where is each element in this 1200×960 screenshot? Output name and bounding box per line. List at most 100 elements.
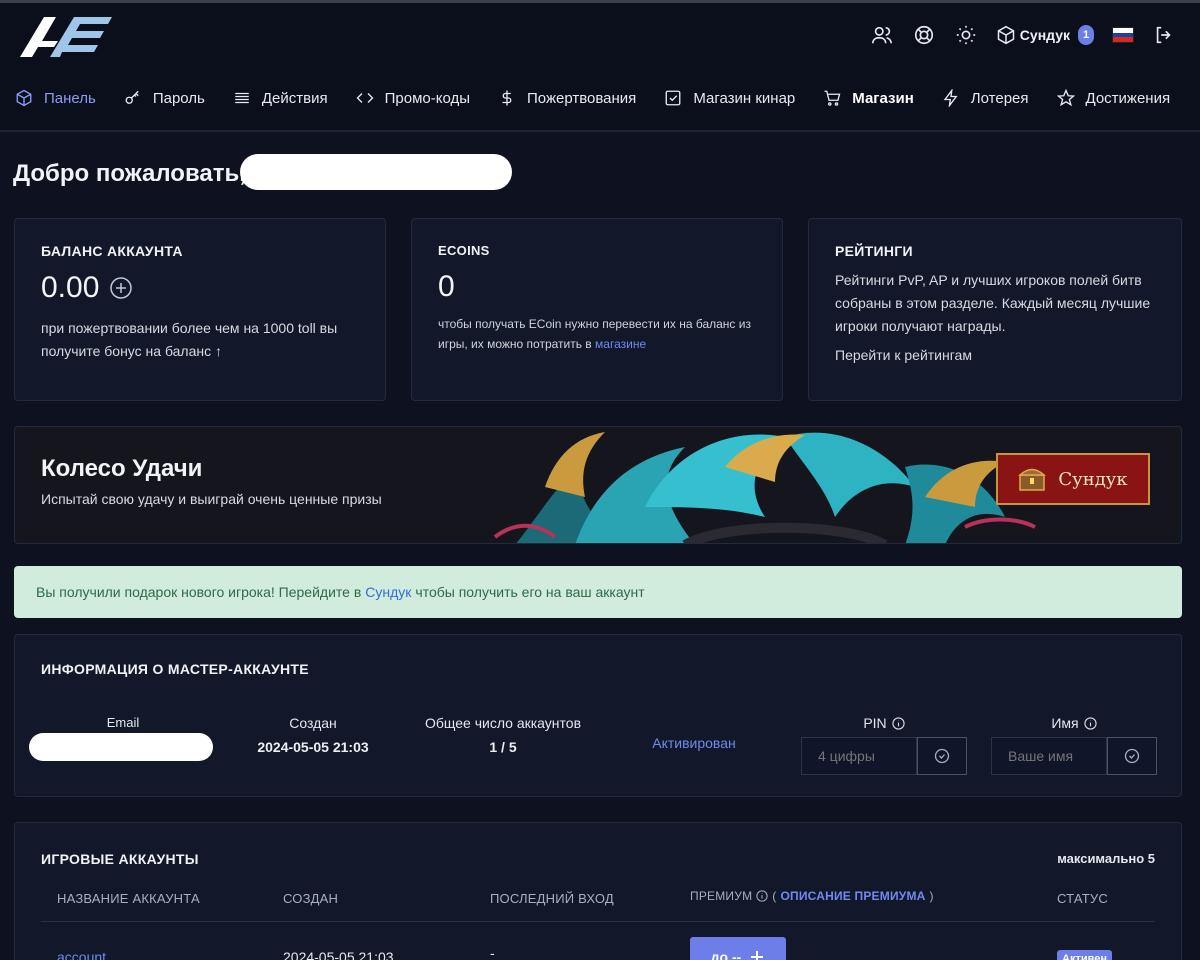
nav-item-3[interactable]: Действия bbox=[232, 88, 328, 108]
nav-item-label: Промо-коды bbox=[384, 89, 471, 107]
nav-item-1[interactable]: Панель bbox=[14, 88, 96, 108]
main-nav: Панель Пароль Действия Промо-коды Пожертвова… bbox=[0, 66, 1200, 132]
ratings-link[interactable]: Перейти к рейтингам bbox=[835, 344, 1155, 367]
wheel-artwork bbox=[493, 432, 1036, 543]
check-circle-icon bbox=[934, 748, 950, 764]
row-created: 2024-05-05 21:03 bbox=[283, 949, 394, 960]
balance-value: 0.00 bbox=[41, 271, 100, 304]
cart-icon bbox=[822, 88, 842, 108]
ratings-card: РЕЙТИНГИ Рейтинги PvP, AP и лучших игрок… bbox=[808, 218, 1182, 401]
pin-confirm-button[interactable] bbox=[917, 737, 967, 775]
wheel-subtitle: Испытай свою удачу и выиграй очень ценны… bbox=[41, 491, 382, 507]
language-flag-icon[interactable] bbox=[1112, 27, 1134, 43]
chest-count-badge: 1 bbox=[1078, 25, 1094, 45]
code-icon bbox=[355, 88, 375, 108]
balance-bonus-note[interactable]: при пожертвовании более чем на 1000 toll… bbox=[41, 317, 361, 363]
status-badge: Активен bbox=[1057, 950, 1112, 960]
max-accounts: максимально 5 bbox=[1057, 851, 1155, 866]
ecoins-shop-link[interactable]: магазине bbox=[595, 337, 646, 351]
box-icon bbox=[997, 25, 1015, 45]
lifebuoy-icon[interactable] bbox=[912, 23, 936, 47]
nav-item-label: Пароль bbox=[152, 89, 205, 107]
chest-label: Сундук bbox=[1019, 27, 1070, 43]
col-premium: ПРЕМИУМ (ОПИСАНИЕ ПРЕМИУМА) bbox=[690, 889, 934, 903]
nav-item-label: Панель bbox=[44, 89, 96, 107]
name-confirm-button[interactable] bbox=[1107, 737, 1157, 775]
name-label: Имя bbox=[1051, 715, 1079, 731]
welcome-title: Добро пожаловать, bbox=[13, 160, 246, 187]
col-created: СОЗДАН bbox=[283, 891, 339, 906]
nav-item-5[interactable]: Пожертвования bbox=[497, 88, 636, 108]
col-last-login: ПОСЛЕДНИЙ ВХОД bbox=[490, 891, 614, 906]
game-accounts-title: ИГРОВЫЕ АККАУНТЫ bbox=[41, 851, 199, 867]
alert-text-before: Вы получили подарок нового игрока! Перей… bbox=[36, 584, 362, 600]
premium-buy-button[interactable]: до -- bbox=[690, 937, 786, 960]
balance-card: БАЛАНС АККАУНТА 0.00 при пожертвовании б… bbox=[14, 218, 386, 401]
created-value: 2024-05-05 21:03 bbox=[257, 739, 369, 755]
ratings-title: РЕЙТИНГИ bbox=[835, 243, 913, 259]
redacted-email bbox=[29, 733, 213, 761]
nav-item-label: Пожертвования bbox=[527, 89, 637, 107]
pin-input[interactable] bbox=[801, 737, 917, 775]
ratings-text: Рейтинги PvP, AP и лучших игроков полей … bbox=[835, 272, 1151, 334]
nav-item-label: Магазин кинар bbox=[693, 89, 796, 107]
nav-item-label: Достижения bbox=[1085, 89, 1171, 107]
wheel-chest-button[interactable]: Сундук bbox=[996, 453, 1150, 505]
master-account-card: ИНФОРМАЦИЯ О МАСТЕР-АККАУНТЕ Email Созда… bbox=[14, 634, 1182, 797]
pin-label: PIN bbox=[863, 715, 887, 731]
name-input[interactable] bbox=[991, 737, 1107, 775]
nav-item-8[interactable]: Лотерея bbox=[941, 88, 1029, 108]
master-status: Активирован bbox=[652, 735, 736, 751]
game-accounts-card: ИГРОВЫЕ АККАУНТЫ максимально 5 НАЗВАНИЕ … bbox=[14, 822, 1182, 960]
check-circle-icon bbox=[1124, 748, 1140, 764]
nav-item-9[interactable]: Достижения bbox=[1056, 88, 1171, 108]
plus-icon bbox=[751, 951, 764, 960]
alert-text-after: чтобы получить его на ваш аккаунт bbox=[415, 584, 645, 600]
dollar-icon bbox=[497, 88, 517, 108]
nav-item-4[interactable]: Промо-коды bbox=[355, 88, 470, 108]
sun-icon[interactable] bbox=[954, 23, 978, 47]
star-icon bbox=[1056, 88, 1076, 108]
list-icon bbox=[232, 88, 252, 108]
nav-item-7[interactable]: Магазин bbox=[822, 88, 914, 108]
nav-item-label: Лотерея bbox=[970, 89, 1029, 107]
col-status: СТАТУС bbox=[1057, 891, 1108, 906]
col-account-name: НАЗВАНИЕ АККАУНТА bbox=[57, 891, 200, 906]
ecoins-note-wrap: чтобы получать ECoin нужно перевести их … bbox=[438, 314, 758, 354]
wheel-banner[interactable]: Колесо Удачи Испытай свою удачу и выигра… bbox=[14, 426, 1182, 544]
wheel-title: Колесо Удачи bbox=[41, 455, 203, 482]
alert-chest-link[interactable]: Сундук bbox=[365, 584, 411, 600]
nav-item-label: Действия bbox=[261, 89, 328, 107]
col-premium-label: ПРЕМИУМ bbox=[690, 889, 753, 903]
treasure-chest-icon bbox=[1018, 468, 1047, 491]
ecoins-value: 0 bbox=[438, 270, 455, 303]
master-account-title: ИНФОРМАЦИЯ О МАСТЕР-АККАУНТЕ bbox=[41, 661, 309, 677]
nav-item-6[interactable]: Магазин кинар bbox=[663, 88, 795, 108]
info-icon[interactable] bbox=[1084, 716, 1097, 730]
cube-icon bbox=[14, 88, 34, 108]
info-icon[interactable] bbox=[892, 716, 905, 730]
nav-item-2[interactable]: Пароль bbox=[123, 88, 205, 108]
users-icon[interactable] bbox=[870, 23, 894, 47]
premium-until: до -- bbox=[710, 949, 742, 960]
email-label: Email bbox=[106, 715, 140, 730]
checkbox-icon bbox=[663, 88, 683, 108]
row-account-name[interactable]: account bbox=[57, 949, 106, 960]
logo[interactable] bbox=[20, 15, 114, 59]
new-player-gift-alert: Вы получили подарок нового игрока! Перей… bbox=[14, 566, 1182, 618]
logout-icon[interactable] bbox=[1152, 23, 1176, 47]
table-divider bbox=[41, 921, 1155, 922]
nav-item-label: Магазин bbox=[852, 89, 914, 107]
wheel-chest-label: Сундук bbox=[1058, 468, 1128, 490]
info-icon[interactable] bbox=[756, 890, 768, 902]
chest-link[interactable]: Сундук 1 bbox=[996, 25, 1094, 45]
ecoins-title: ECOINS bbox=[438, 243, 490, 258]
lightning-icon bbox=[941, 88, 961, 108]
premium-description-link[interactable]: ОПИСАНИЕ ПРЕМИУМА bbox=[780, 889, 925, 903]
total-accounts-value: 1 / 5 bbox=[489, 739, 517, 755]
top-bar: Сундук 1 bbox=[0, 0, 1200, 66]
plus-circle-icon[interactable] bbox=[109, 276, 133, 300]
redacted-username bbox=[240, 154, 512, 190]
created-label: Создан bbox=[289, 715, 337, 731]
total-accounts-label: Общее число аккаунтов bbox=[424, 715, 582, 731]
